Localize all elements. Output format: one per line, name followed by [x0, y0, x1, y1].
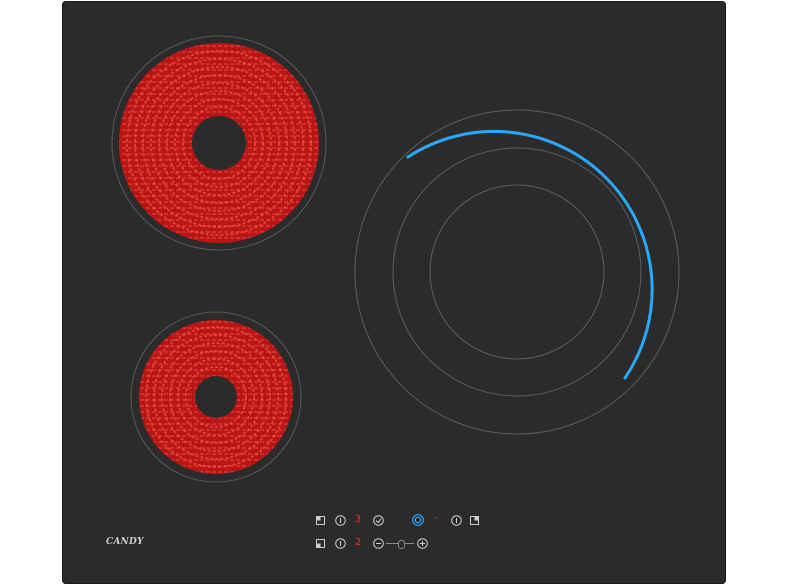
slider-thumb[interactable]	[398, 540, 405, 549]
touch-control-panel: 3 · 2	[312, 512, 482, 562]
zone-right-dual	[354, 109, 680, 435]
zone-top-left-center	[192, 116, 246, 170]
zone-select-icon[interactable]	[314, 514, 326, 526]
power-icon[interactable]	[334, 537, 346, 549]
power-icon[interactable]	[450, 514, 462, 526]
zone-select-icon[interactable]	[468, 514, 480, 526]
cooking-zones	[111, 35, 680, 483]
zone-right-inner-ring	[429, 184, 605, 360]
zone-right-blue-indicator-arc	[406, 129, 654, 380]
plus-icon[interactable]	[416, 537, 428, 549]
check-icon[interactable]	[372, 514, 384, 526]
zone-bottom-left-center	[195, 376, 237, 418]
ceramic-hob-surface: CANDY 3 · 2	[62, 1, 726, 584]
minus-icon[interactable]	[372, 537, 384, 549]
zone-select-icon[interactable]	[314, 537, 326, 549]
zone-bottom-left	[130, 311, 302, 483]
power-icon[interactable]	[334, 514, 346, 526]
zone-right-outer-ring	[354, 109, 680, 435]
brand-logo: CANDY	[106, 537, 144, 547]
zone-top-left	[111, 35, 327, 251]
timer-digit-bottom: 2	[354, 537, 362, 548]
timer-digit-top: 3	[354, 514, 362, 525]
right-zone-dot: ·	[432, 513, 440, 524]
bridge-zone-icon[interactable]	[412, 514, 424, 526]
